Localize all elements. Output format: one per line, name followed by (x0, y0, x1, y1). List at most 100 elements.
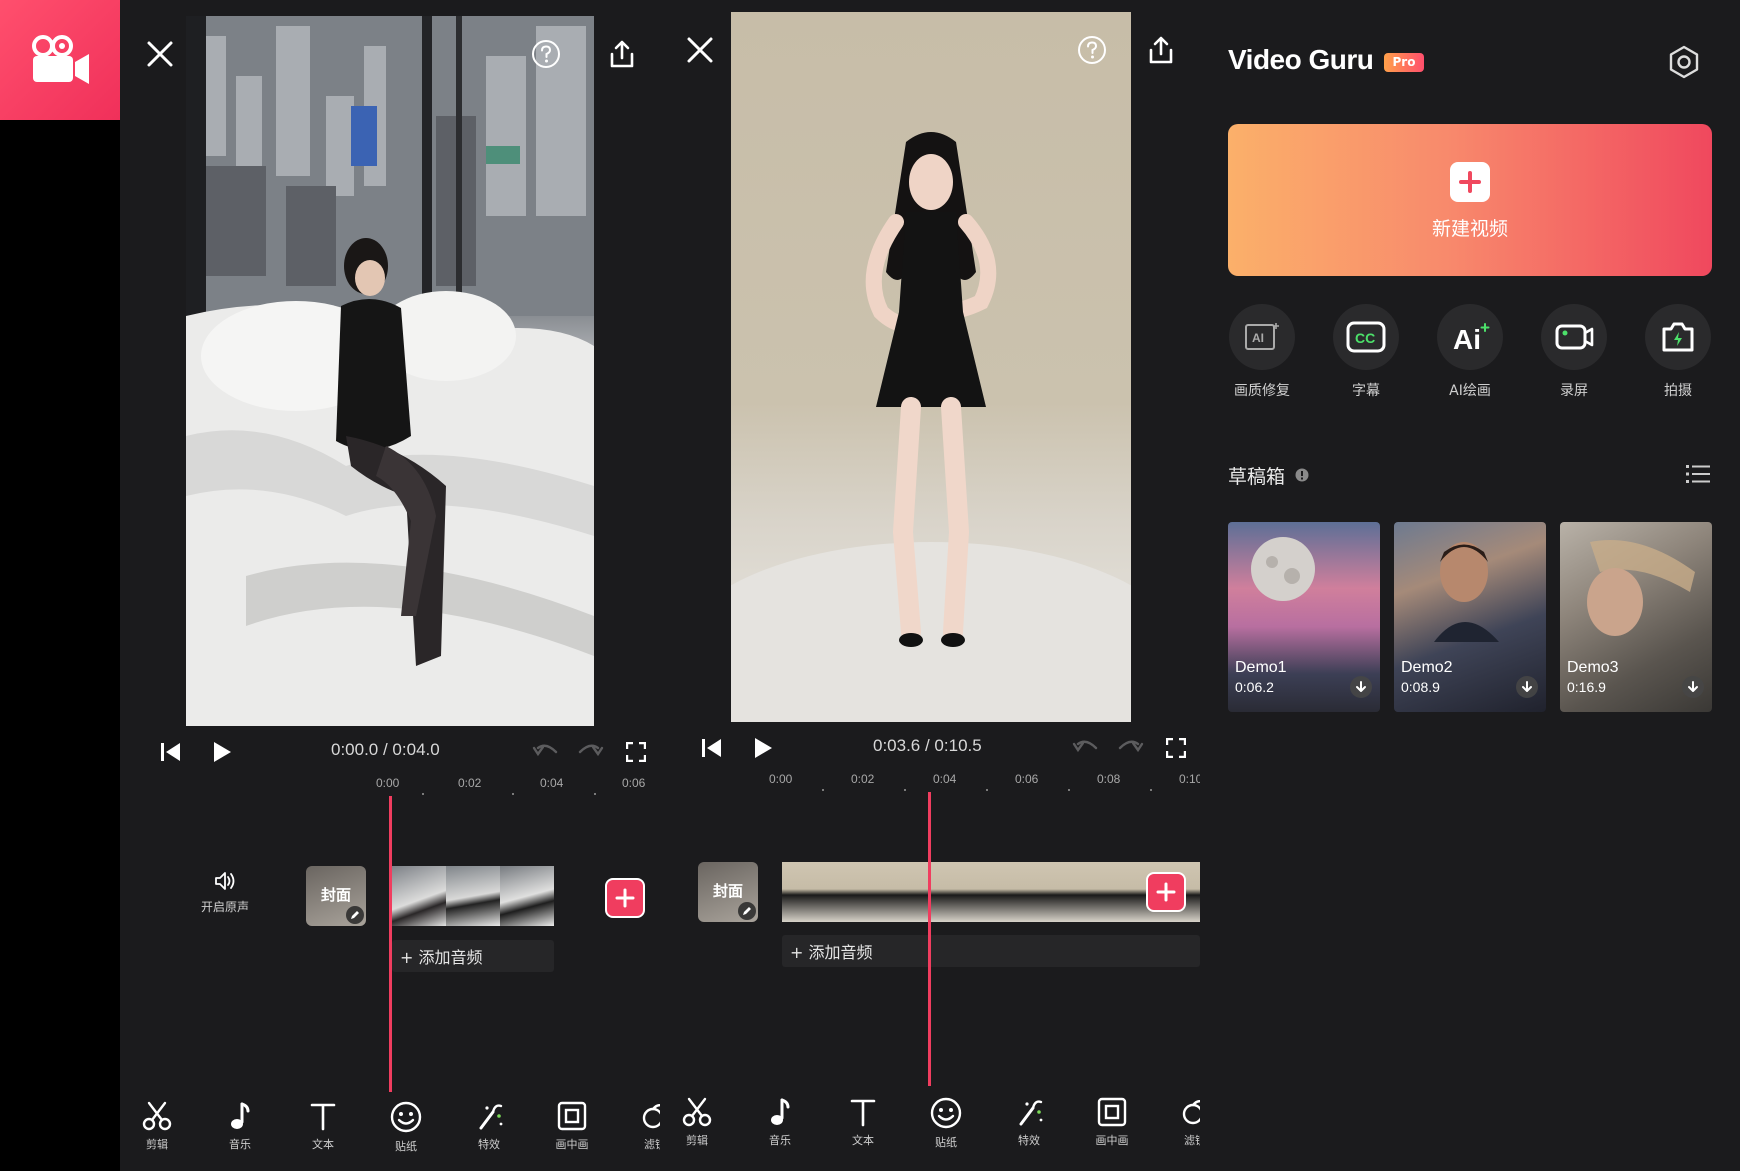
draft-thumbnail (1587, 540, 1695, 636)
draft-duration: 0:08.9 (1401, 679, 1440, 695)
video-preview[interactable] (731, 12, 1131, 722)
playhead[interactable] (928, 792, 931, 1086)
ruler-dot (1068, 789, 1070, 791)
add-clip-button[interactable] (1146, 872, 1186, 912)
quick-action-capture[interactable]: 拍摄 (1643, 304, 1713, 400)
tool-effects[interactable]: 特效 (454, 1100, 524, 1152)
tool-text[interactable]: 文本 (288, 1100, 358, 1152)
clip-frame (782, 862, 868, 922)
tool-sticker[interactable]: 贴纸 (371, 1100, 441, 1154)
svg-text:CC: CC (1355, 330, 1375, 346)
timecode: 0:00.0 / 0:04.0 (331, 740, 440, 759)
fullscreen-icon[interactable] (626, 742, 646, 762)
quick-action-ai-paint[interactable]: Ai AI绘画 (1435, 304, 1505, 400)
filter-icon (642, 1104, 660, 1129)
export-button[interactable] (1141, 30, 1181, 70)
info-icon[interactable] (1295, 468, 1309, 482)
tool-effects[interactable]: 特效 (994, 1096, 1064, 1148)
share-upload-icon (610, 40, 634, 68)
pro-badge[interactable]: Pro (1384, 53, 1424, 72)
cover-thumbnail[interactable]: 封面 (698, 862, 758, 922)
play-icon[interactable] (212, 741, 232, 763)
drafts-title-text: 草稿箱 (1228, 466, 1286, 488)
quick-action-label: 字幕 (1352, 383, 1380, 399)
cover-thumbnail[interactable]: 封面 (306, 866, 366, 926)
draft-card[interactable]: Demo3 0:16.9 (1560, 522, 1712, 712)
clip-frame (1040, 862, 1126, 922)
export-button[interactable] (602, 34, 642, 74)
undo-icon[interactable] (532, 742, 560, 762)
quick-action-label: 拍摄 (1664, 383, 1692, 399)
text-icon (310, 1103, 336, 1131)
tool-cut[interactable]: 剪辑 (122, 1100, 192, 1152)
tool-text[interactable]: 文本 (828, 1096, 898, 1148)
ruler-tick: 0:06 (1015, 772, 1039, 786)
screen-record-icon (1555, 324, 1594, 350)
draft-card[interactable]: Demo2 0:08.9 (1394, 522, 1546, 712)
video-preview[interactable] (186, 16, 594, 726)
scissors-icon (682, 1097, 712, 1127)
plus-icon (1156, 882, 1176, 902)
undo-icon[interactable] (1072, 738, 1100, 758)
brand-logo: Video Guru (1228, 44, 1374, 75)
ruler-tick: 0:00 (769, 772, 793, 786)
play-icon[interactable] (753, 737, 773, 759)
tool-music[interactable]: 音乐 (205, 1100, 275, 1152)
ruler-dot (822, 789, 824, 791)
help-button[interactable] (1072, 30, 1112, 70)
quick-action-caption[interactable]: CC 字幕 (1331, 304, 1401, 400)
tool-filter[interactable]: 滤镜 (1160, 1096, 1200, 1148)
help-button[interactable] (526, 34, 566, 74)
draft-card[interactable]: Demo1 0:06.2 (1228, 522, 1380, 712)
magic-wand-icon (1019, 1100, 1043, 1126)
close-button[interactable] (140, 34, 180, 74)
svg-text:AI: AI (1252, 331, 1264, 345)
quick-action-screen-record[interactable]: 录屏 (1539, 304, 1609, 400)
redo-icon[interactable] (576, 742, 604, 762)
new-video-button[interactable]: 新建视频 (1228, 124, 1712, 276)
sticker-icon (390, 1101, 422, 1133)
preview-image (731, 132, 1131, 722)
original-sound-toggle[interactable]: 开启原声 (180, 870, 270, 915)
tool-cut[interactable]: 剪辑 (662, 1096, 732, 1148)
close-button[interactable] (680, 30, 720, 70)
tool-sticker[interactable]: 贴纸 (911, 1096, 981, 1150)
app-icon[interactable] (0, 0, 120, 120)
editor-panel-left: 0:00.0 / 0:04.0 0:00 0:02 0:04 0:06 开启原声 (120, 0, 660, 1171)
edit-pencil-icon (738, 902, 756, 920)
camera-capture-icon (1662, 322, 1694, 352)
playhead[interactable] (389, 796, 392, 1092)
redo-icon[interactable] (1116, 738, 1144, 758)
draft-name: Demo1 (1235, 659, 1287, 676)
tool-music[interactable]: 音乐 (745, 1096, 815, 1148)
clip-frame (446, 866, 500, 926)
draft-duration: 0:06.2 (1235, 679, 1274, 695)
quick-action-enhance[interactable]: AI 画质修复 (1227, 304, 1297, 400)
tool-pip[interactable]: 画中画 (537, 1100, 607, 1152)
add-audio-button[interactable]: + 添加音频 (782, 935, 1200, 967)
add-clip-button[interactable] (605, 878, 645, 918)
list-view-button[interactable] (1686, 464, 1710, 488)
tool-pip[interactable]: 画中画 (1077, 1096, 1147, 1148)
video-clip-track[interactable] (782, 862, 1200, 922)
video-clip-track[interactable] (392, 866, 554, 926)
download-icon[interactable] (1350, 676, 1372, 698)
tool-filter[interactable]: 滤镜 (620, 1100, 660, 1152)
draft-duration: 0:16.9 (1567, 679, 1606, 695)
tool-label: 贴纸 (935, 1136, 957, 1149)
close-icon (147, 41, 173, 67)
settings-button[interactable] (1666, 44, 1702, 84)
fullscreen-icon[interactable] (1166, 738, 1186, 758)
download-icon[interactable] (1516, 676, 1538, 698)
playback-controls: 0:03.6 / 0:10.5 (660, 726, 1200, 770)
add-audio-button[interactable]: + 添加音频 (392, 940, 554, 972)
skip-to-start-icon[interactable] (160, 742, 182, 762)
draft-thumbnail (1251, 537, 1315, 601)
draft-name: Demo2 (1401, 659, 1453, 676)
tool-label: 剪辑 (686, 1134, 708, 1147)
tool-label: 文本 (852, 1134, 874, 1147)
skip-to-start-icon[interactable] (701, 738, 723, 758)
download-icon[interactable] (1682, 676, 1704, 698)
tool-label: 音乐 (769, 1134, 791, 1147)
ruler-tick: 0:04 (540, 776, 564, 790)
